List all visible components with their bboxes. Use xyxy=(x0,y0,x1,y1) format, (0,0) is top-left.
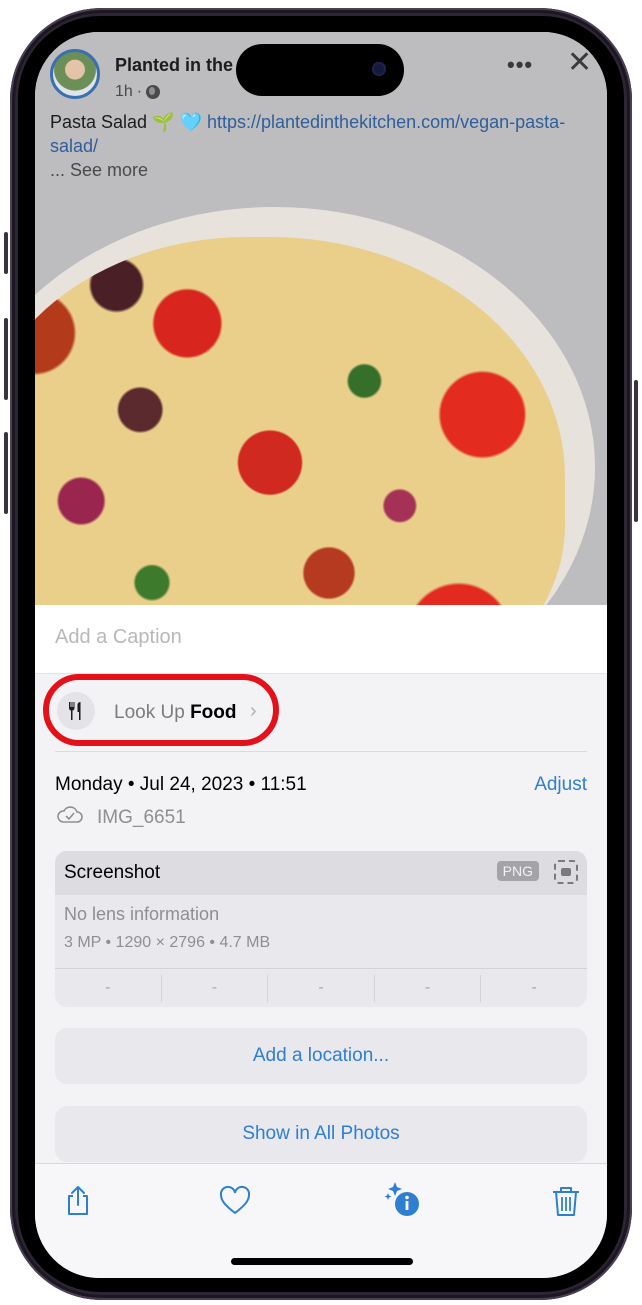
adjust-button[interactable]: Adjust xyxy=(534,774,587,796)
lens-info: No lens information xyxy=(64,904,220,924)
volume-up-button xyxy=(4,318,8,400)
dynamic-island xyxy=(236,44,404,96)
photo-date: Monday • Jul 24, 2023 • 11:51 xyxy=(55,774,307,795)
trash-icon[interactable] xyxy=(549,1184,583,1218)
exif-cell: - xyxy=(531,979,537,996)
image-specs: 3 MP • 1290 × 2796 • 4.7 MB xyxy=(64,934,271,951)
close-icon[interactable]: ✕ xyxy=(567,48,592,78)
meta-separator: · xyxy=(136,83,143,100)
volume-down-button xyxy=(4,432,8,514)
exif-cell: - xyxy=(55,975,162,1002)
format-badge: PNG xyxy=(496,861,539,881)
show-in-all-photos-button[interactable]: Show in All Photos xyxy=(55,1106,587,1162)
add-location-button[interactable]: Add a location... xyxy=(55,1028,587,1084)
info-sparkle-icon[interactable] xyxy=(383,1180,423,1220)
post-title: Pasta Salad xyxy=(50,112,148,132)
exif-cell: - xyxy=(268,975,375,1002)
exif-values-row: - - - - - xyxy=(55,968,587,1007)
icloud-check-icon xyxy=(57,806,83,823)
action-button xyxy=(4,232,8,274)
exif-cell: - xyxy=(162,975,269,1002)
sprout-emoji-icon: 🌱 xyxy=(152,112,175,132)
home-indicator[interactable] xyxy=(231,1258,413,1265)
screenshot-camera-icon xyxy=(554,860,578,884)
caption-input[interactable]: Add a Caption xyxy=(55,626,182,649)
see-more-link[interactable]: ... See more xyxy=(50,160,148,181)
avatar[interactable] xyxy=(50,49,100,99)
screen: Planted in the 1h · ••• ✕ Pasta Salad 🌱 … xyxy=(35,32,607,1278)
exif-header: Screenshot PNG xyxy=(55,851,587,895)
divider xyxy=(55,751,587,752)
heart-emoji-icon: 🩵 xyxy=(179,112,202,132)
post-meta: 1h · xyxy=(115,83,161,101)
camera-icon xyxy=(372,62,386,76)
exif-title: Screenshot xyxy=(64,862,161,883)
photo[interactable] xyxy=(35,197,607,605)
post-author[interactable]: Planted in the xyxy=(115,55,233,76)
exif-card: Screenshot PNG No lens information 3 MP … xyxy=(55,851,587,1007)
more-options-icon[interactable]: ••• xyxy=(507,52,533,78)
filename: IMG_6651 xyxy=(97,807,186,828)
heart-icon[interactable] xyxy=(218,1184,252,1218)
post-time: 1h xyxy=(115,83,133,100)
share-icon[interactable] xyxy=(61,1184,95,1218)
post-text: Pasta Salad 🌱 🩵 https://plantedinthekitc… xyxy=(50,110,595,158)
globe-icon xyxy=(146,85,161,99)
power-button xyxy=(634,380,638,522)
exif-cell: - xyxy=(375,975,482,1002)
highlight-annotation xyxy=(43,674,279,746)
